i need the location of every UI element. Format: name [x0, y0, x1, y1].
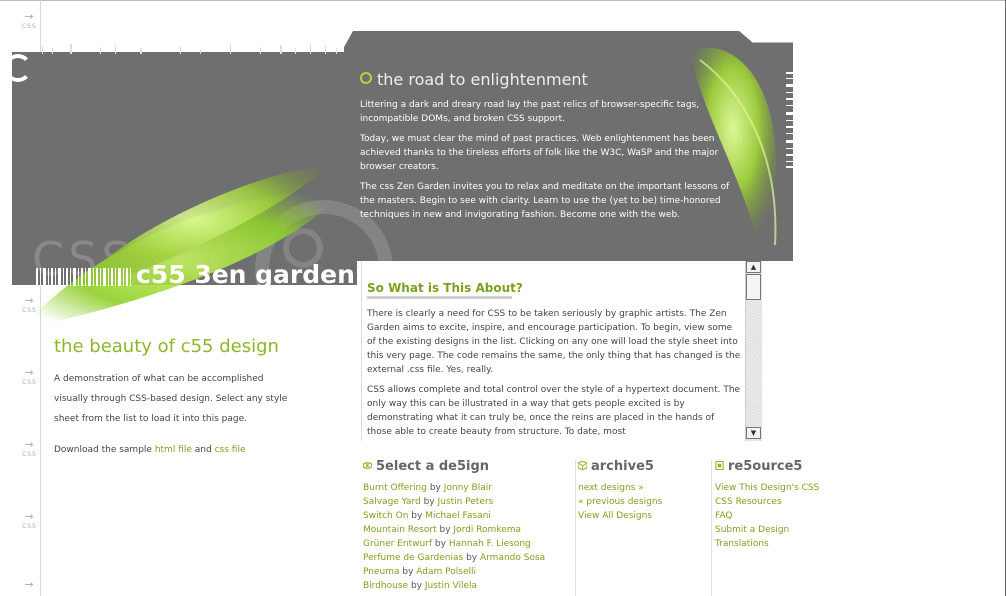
design-name: Salvage Yard [363, 497, 421, 507]
design-link[interactable]: Burnt Offering by Jonny Blair [363, 481, 573, 495]
resources-heading: re5ource5 [715, 460, 865, 474]
by-word: by [411, 511, 423, 521]
faq-link[interactable]: FAQ [715, 509, 865, 523]
design-author: Michael Fasani [425, 511, 491, 521]
road-paragraph: Littering a dark and dreary road lay the… [360, 100, 700, 124]
archives-heading: archive5 [578, 460, 708, 474]
design-author: Justin Peters [437, 497, 494, 507]
logo-barcode [36, 268, 131, 286]
select-design-column: 5elect a de5ign Burnt Offering by Jonny … [363, 460, 573, 593]
archives-column: archive5 next designs » « previous desig… [578, 460, 708, 523]
design-author: Jordi Romkema [453, 525, 522, 535]
css-resources-link[interactable]: CSS Resources [715, 495, 865, 509]
by-word: by [423, 497, 435, 507]
download-line: Download the sample html file and css fi… [54, 445, 246, 455]
scroll-up-arrow-icon[interactable]: ▲ [746, 261, 761, 273]
road-title: the road to enlightenment [360, 70, 588, 89]
design-link[interactable]: Perfume de Gardenias by Armando Sosa [363, 551, 573, 565]
about-body: There is clearly a need for CSS to be ta… [367, 307, 742, 439]
road-paragraph: The css Zen Garden invites you to relax … [360, 182, 730, 220]
resources-title: re5ource5 [728, 459, 803, 474]
download-prefix: Download the sample [54, 445, 152, 455]
design-link[interactable]: Grüner Entwurf by Hannah F. Liesong [363, 537, 573, 551]
column-divider [711, 460, 712, 596]
by-word: by [410, 581, 422, 591]
intro-title: the beauty of c55 design [54, 336, 279, 357]
by-word: by [466, 553, 478, 563]
html-file-link[interactable]: html file [155, 445, 192, 455]
css-file-link[interactable]: css file [215, 445, 246, 455]
resources-column: re5ource5 View This Design's CSS CSS Res… [715, 460, 865, 551]
design-author: Hannah F. Liesong [448, 539, 531, 549]
road-paragraph: Today, we must clear the mind of past pr… [360, 134, 719, 172]
about-panel[interactable]: So What is This About? There is clearly … [361, 261, 762, 441]
design-name: Switch On [363, 511, 409, 521]
road-title-text: the road to enlightenment [377, 70, 588, 89]
design-link[interactable]: Birdhouse by Justin Vilela [363, 579, 573, 593]
by-word: by [434, 539, 446, 549]
document-icon [715, 461, 724, 470]
design-author: Armando Sosa [479, 553, 546, 563]
column-divider [575, 460, 576, 596]
design-name: Perfume de Gardenias [363, 553, 464, 563]
about-paragraph: CSS allows complete and total control ov… [367, 385, 741, 437]
translations-link[interactable]: Translations [715, 537, 865, 551]
design-name: Burnt Offering [363, 483, 427, 493]
by-word: by [429, 483, 441, 493]
design-author: Jonny Blair [443, 483, 492, 493]
previous-designs-link[interactable]: « previous designs [578, 495, 708, 509]
eye-icon [363, 462, 372, 469]
design-name: Birdhouse [363, 581, 409, 591]
design-link[interactable]: Switch On by Michael Fasani [363, 509, 573, 523]
download-and: and [194, 445, 212, 455]
about-paragraph: There is clearly a need for CSS to be ta… [367, 309, 741, 375]
design-name: Grüner Entwurf [363, 539, 433, 549]
submit-design-link[interactable]: Submit a Design [715, 523, 865, 537]
circle-bullet-icon [360, 72, 372, 84]
about-panel-content: So What is This About? There is clearly … [367, 261, 742, 441]
next-designs-link[interactable]: next designs » [578, 481, 708, 495]
site-logo: c55 3en garden [136, 260, 355, 289]
vertical-scrollbar[interactable]: ▲ ▼ [745, 261, 762, 441]
intro-text: A demonstration of what can be accomplis… [54, 374, 288, 424]
design-link[interactable]: Mountain Resort by Jordi Romkema [363, 523, 573, 537]
by-word: by [402, 567, 414, 577]
design-author: Justin Vilela [424, 581, 478, 591]
design-name: Pneuma [363, 567, 400, 577]
design-link[interactable]: Salvage Yard by Justin Peters [363, 495, 573, 509]
archives-title: archive5 [591, 459, 654, 474]
scroll-down-arrow-icon[interactable]: ▼ [746, 427, 761, 439]
select-design-title: 5elect a de5ign [376, 459, 490, 474]
by-word: by [439, 525, 451, 535]
about-title: So What is This About? [367, 281, 523, 299]
design-link[interactable]: Pneuma by Adam Polselli [363, 565, 573, 579]
select-design-heading: 5elect a de5ign [363, 460, 573, 474]
design-name: Mountain Resort [363, 525, 437, 535]
view-css-link[interactable]: View This Design's CSS [715, 481, 865, 495]
scrollbar-thumb[interactable] [746, 274, 761, 300]
box-icon [578, 461, 587, 470]
design-author: Adam Polselli [416, 567, 476, 577]
road-body: Littering a dark and dreary road lay the… [360, 98, 745, 228]
view-all-designs-link[interactable]: View All Designs [578, 509, 708, 523]
